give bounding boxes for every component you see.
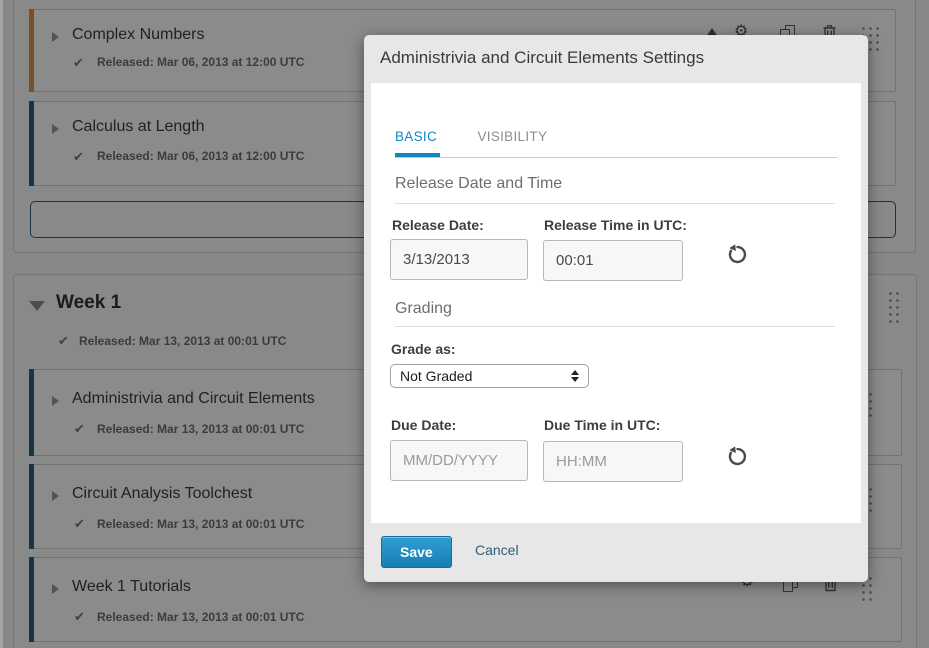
settings-tabs: BASIC VISIBILITY bbox=[395, 128, 837, 158]
studio-course-outline-page: Complex Numbers ✔ Released: Mar 06, 2013… bbox=[0, 0, 929, 648]
divider bbox=[395, 326, 835, 327]
tab-basic[interactable]: BASIC bbox=[395, 129, 440, 157]
divider bbox=[395, 203, 835, 204]
release-date-input[interactable] bbox=[390, 239, 528, 280]
modal-title: Administrivia and Circuit Elements Setti… bbox=[380, 48, 704, 68]
save-button[interactable]: Save bbox=[381, 536, 452, 568]
modal-body: BASIC VISIBILITY Release Date and Time R… bbox=[371, 83, 861, 523]
due-time-input[interactable] bbox=[543, 441, 683, 482]
release-time-input[interactable] bbox=[543, 240, 683, 281]
subsection-settings-modal: Administrivia and Circuit Elements Setti… bbox=[364, 35, 868, 582]
tab-visibility[interactable]: VISIBILITY bbox=[477, 129, 547, 157]
grade-as-selected-value: Not Graded bbox=[400, 368, 472, 384]
select-arrows-icon bbox=[571, 370, 579, 382]
due-time-label: Due Time in UTC: bbox=[544, 417, 660, 433]
reset-due-icon[interactable] bbox=[726, 445, 750, 469]
window-edge bbox=[0, 0, 3, 648]
grade-as-select[interactable]: Not Graded bbox=[390, 364, 589, 388]
due-date-input[interactable] bbox=[390, 440, 528, 481]
release-section-heading: Release Date and Time bbox=[395, 175, 562, 193]
due-date-label: Due Date: bbox=[391, 417, 456, 433]
release-date-label: Release Date: bbox=[392, 217, 484, 233]
reset-release-icon[interactable] bbox=[726, 243, 750, 267]
cancel-button[interactable]: Cancel bbox=[475, 542, 519, 558]
grade-as-label: Grade as: bbox=[391, 341, 456, 357]
release-time-label: Release Time in UTC: bbox=[544, 217, 687, 233]
grading-section-heading: Grading bbox=[395, 300, 452, 318]
